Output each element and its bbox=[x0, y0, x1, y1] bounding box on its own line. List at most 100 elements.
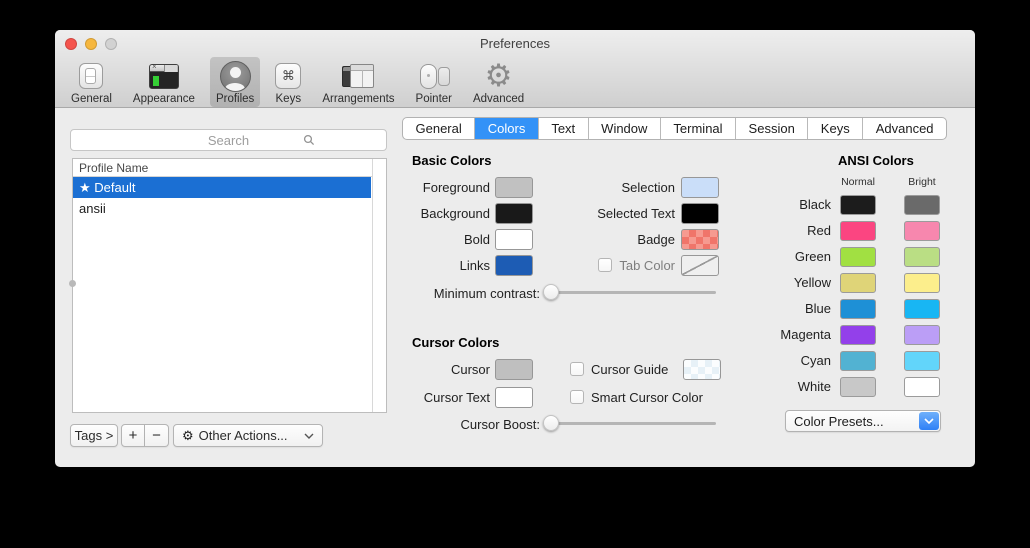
ansi-white-normal-swatch[interactable] bbox=[840, 377, 876, 397]
toolbar-item-advanced[interactable]: ⚙ Advanced bbox=[467, 57, 530, 107]
links-row: Links bbox=[412, 254, 533, 276]
ansi-white-bright-swatch[interactable] bbox=[904, 377, 940, 397]
minimum-contrast-label: Minimum contrast: bbox=[412, 286, 540, 301]
smart-cursor-color-checkbox[interactable] bbox=[570, 390, 584, 404]
ansi-magenta-normal-swatch[interactable] bbox=[840, 325, 876, 345]
tab-color-label: Tab Color bbox=[555, 258, 675, 273]
window-theme-icon bbox=[149, 60, 179, 92]
badge-label: Badge bbox=[555, 232, 675, 247]
ansi-blue-normal-swatch[interactable] bbox=[840, 299, 876, 319]
cursor-guide-label: Cursor Guide bbox=[591, 362, 668, 377]
smart-cursor-color-label: Smart Cursor Color bbox=[591, 390, 703, 405]
add-profile-button[interactable]: + bbox=[121, 424, 145, 447]
ansi-magenta-bright-swatch[interactable] bbox=[904, 325, 940, 345]
selected-text-color-well[interactable] bbox=[681, 203, 719, 224]
foreground-label: Foreground bbox=[412, 180, 490, 195]
ansi-green-bright-swatch[interactable] bbox=[904, 247, 940, 267]
minimum-contrast-row: Minimum contrast: bbox=[412, 282, 722, 304]
selected-text-row: Selected Text bbox=[555, 202, 719, 224]
toolbar-label: Profiles bbox=[216, 93, 254, 105]
bold-label: Bold bbox=[412, 232, 490, 247]
preferences-window: Preferences General Appearance Profiles bbox=[55, 30, 975, 467]
mouse-icon bbox=[417, 60, 451, 92]
badge-row: Badge bbox=[555, 228, 719, 250]
chevron-down-icon bbox=[304, 433, 314, 439]
tab-color-checkbox[interactable] bbox=[598, 258, 612, 272]
cursor-colors-title: Cursor Colors bbox=[412, 335, 499, 350]
tags-button[interactable]: Tags > bbox=[70, 424, 118, 447]
cursor-guide-checkbox[interactable] bbox=[570, 362, 584, 376]
tab-colors[interactable]: Colors bbox=[475, 118, 539, 139]
ansi-green-normal-swatch[interactable] bbox=[840, 247, 876, 267]
links-color-well[interactable] bbox=[495, 255, 533, 276]
selection-color-well[interactable] bbox=[681, 177, 719, 198]
ansi-yellow-bright-swatch[interactable] bbox=[904, 273, 940, 293]
cursor-text-label: Cursor Text bbox=[412, 390, 490, 405]
ansi-blue-bright-swatch[interactable] bbox=[904, 299, 940, 319]
badge-color-well[interactable] bbox=[681, 229, 719, 250]
ansi-red-normal-swatch[interactable] bbox=[840, 221, 876, 241]
switch-icon bbox=[79, 60, 103, 92]
tab-session[interactable]: Session bbox=[736, 118, 808, 139]
cursor-boost-slider[interactable] bbox=[545, 422, 716, 425]
minimum-contrast-slider-knob[interactable] bbox=[543, 284, 559, 300]
window-title: Preferences bbox=[55, 36, 975, 51]
profile-list: Profile Name ★ Default ansii bbox=[72, 158, 387, 413]
ansi-cyan-normal-swatch[interactable] bbox=[840, 351, 876, 371]
ansi-black-normal-swatch[interactable] bbox=[840, 195, 876, 215]
toolbar-item-arrangements[interactable]: Arrangements bbox=[316, 57, 400, 107]
cursor-text-color-well[interactable] bbox=[495, 387, 533, 408]
toolbar-item-pointer[interactable]: Pointer bbox=[410, 57, 458, 107]
ansi-cyan-bright-swatch[interactable] bbox=[904, 351, 940, 371]
tab-general[interactable]: General bbox=[403, 118, 475, 139]
cursor-boost-slider-knob[interactable] bbox=[543, 415, 559, 431]
ansi-row-white: White bbox=[745, 376, 975, 397]
gear-icon: ⚙ bbox=[182, 428, 194, 444]
dropdown-arrow-button[interactable] bbox=[919, 412, 939, 430]
cursor-color-well[interactable] bbox=[495, 359, 533, 380]
foreground-color-well[interactable] bbox=[495, 177, 533, 198]
color-presets-dropdown[interactable]: Color Presets... bbox=[785, 410, 941, 432]
tab-window[interactable]: Window bbox=[589, 118, 661, 139]
bold-row: Bold bbox=[412, 228, 533, 250]
cursor-boost-label: Cursor Boost: bbox=[412, 417, 540, 432]
cursor-boost-row: Cursor Boost: bbox=[412, 413, 722, 435]
ansi-row-black: Black bbox=[745, 194, 975, 215]
command-key-icon: ⌘ bbox=[275, 60, 301, 92]
tab-terminal[interactable]: Terminal bbox=[661, 118, 736, 139]
profile-row-default[interactable]: ★ Default bbox=[73, 177, 371, 198]
selection-label: Selection bbox=[555, 180, 675, 195]
ansi-yellow-normal-swatch[interactable] bbox=[840, 273, 876, 293]
ansi-row-green: Green bbox=[745, 246, 975, 267]
selection-row: Selection bbox=[555, 176, 719, 198]
profile-actions-bar: Tags > + − ⚙ Other Actions... bbox=[70, 424, 323, 447]
remove-profile-button[interactable]: − bbox=[145, 424, 169, 447]
tab-advanced[interactable]: Advanced bbox=[863, 118, 946, 139]
toolbar-label: Appearance bbox=[133, 93, 195, 105]
ansi-label: Red bbox=[745, 223, 831, 238]
profile-list-scrollbar[interactable] bbox=[372, 159, 386, 412]
toolbar-item-profiles[interactable]: Profiles bbox=[210, 57, 260, 107]
cursor-guide-color-well[interactable] bbox=[683, 359, 721, 380]
overlapping-windows-icon bbox=[341, 60, 375, 92]
ansi-red-bright-swatch[interactable] bbox=[904, 221, 940, 241]
ansi-label: Yellow bbox=[745, 275, 831, 290]
other-actions-dropdown[interactable]: ⚙ Other Actions... bbox=[173, 424, 323, 447]
search-input[interactable] bbox=[70, 129, 387, 151]
toolbar-item-general[interactable]: General bbox=[65, 57, 118, 107]
toolbar-item-keys[interactable]: ⌘ Keys bbox=[269, 57, 307, 107]
ansi-row-blue: Blue bbox=[745, 298, 975, 319]
ansi-black-bright-swatch[interactable] bbox=[904, 195, 940, 215]
ansi-row-red: Red bbox=[745, 220, 975, 241]
toolbar-label: General bbox=[71, 93, 112, 105]
ansi-row-magenta: Magenta bbox=[745, 324, 975, 345]
minimum-contrast-slider[interactable] bbox=[545, 291, 716, 294]
tab-text[interactable]: Text bbox=[539, 118, 589, 139]
bold-color-well[interactable] bbox=[495, 229, 533, 250]
background-color-well[interactable] bbox=[495, 203, 533, 224]
toolbar-label: Arrangements bbox=[322, 93, 394, 105]
profile-row-ansii[interactable]: ansii bbox=[73, 198, 371, 219]
toolbar-item-appearance[interactable]: Appearance bbox=[127, 57, 201, 107]
tab-color-well[interactable] bbox=[681, 255, 719, 276]
tab-keys[interactable]: Keys bbox=[808, 118, 863, 139]
